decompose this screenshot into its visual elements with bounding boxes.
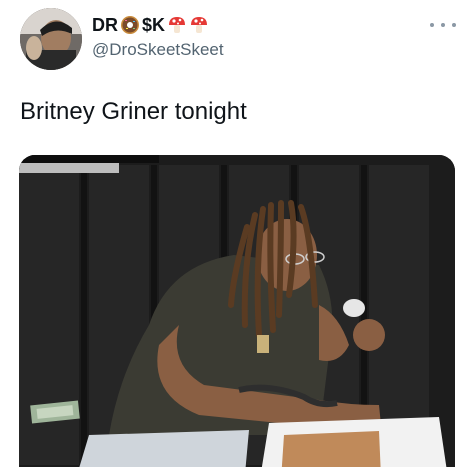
tweet-photo[interactable] <box>19 155 455 467</box>
avatar[interactable] <box>20 8 82 70</box>
more-options-icon[interactable] <box>430 18 456 32</box>
dot <box>430 23 434 27</box>
dot <box>452 23 456 27</box>
user-handle[interactable]: @DroSkeetSkeet <box>92 40 224 60</box>
tweet-card[interactable]: DR $K @DroSkeetSkeet Britney Griner toni… <box>0 0 474 467</box>
mushroom-emoji-icon <box>169 17 186 33</box>
mushroom-emoji-icon <box>191 17 208 33</box>
donut-emoji-icon <box>121 16 139 34</box>
avatar-image <box>20 8 82 70</box>
display-name-suffix: $K <box>142 15 166 35</box>
photo-content <box>19 155 455 467</box>
tweet-text: Britney Griner tonight <box>20 98 247 125</box>
display-name[interactable]: DR $K <box>92 14 209 36</box>
dot <box>441 23 445 27</box>
display-name-text: DR <box>92 15 118 35</box>
